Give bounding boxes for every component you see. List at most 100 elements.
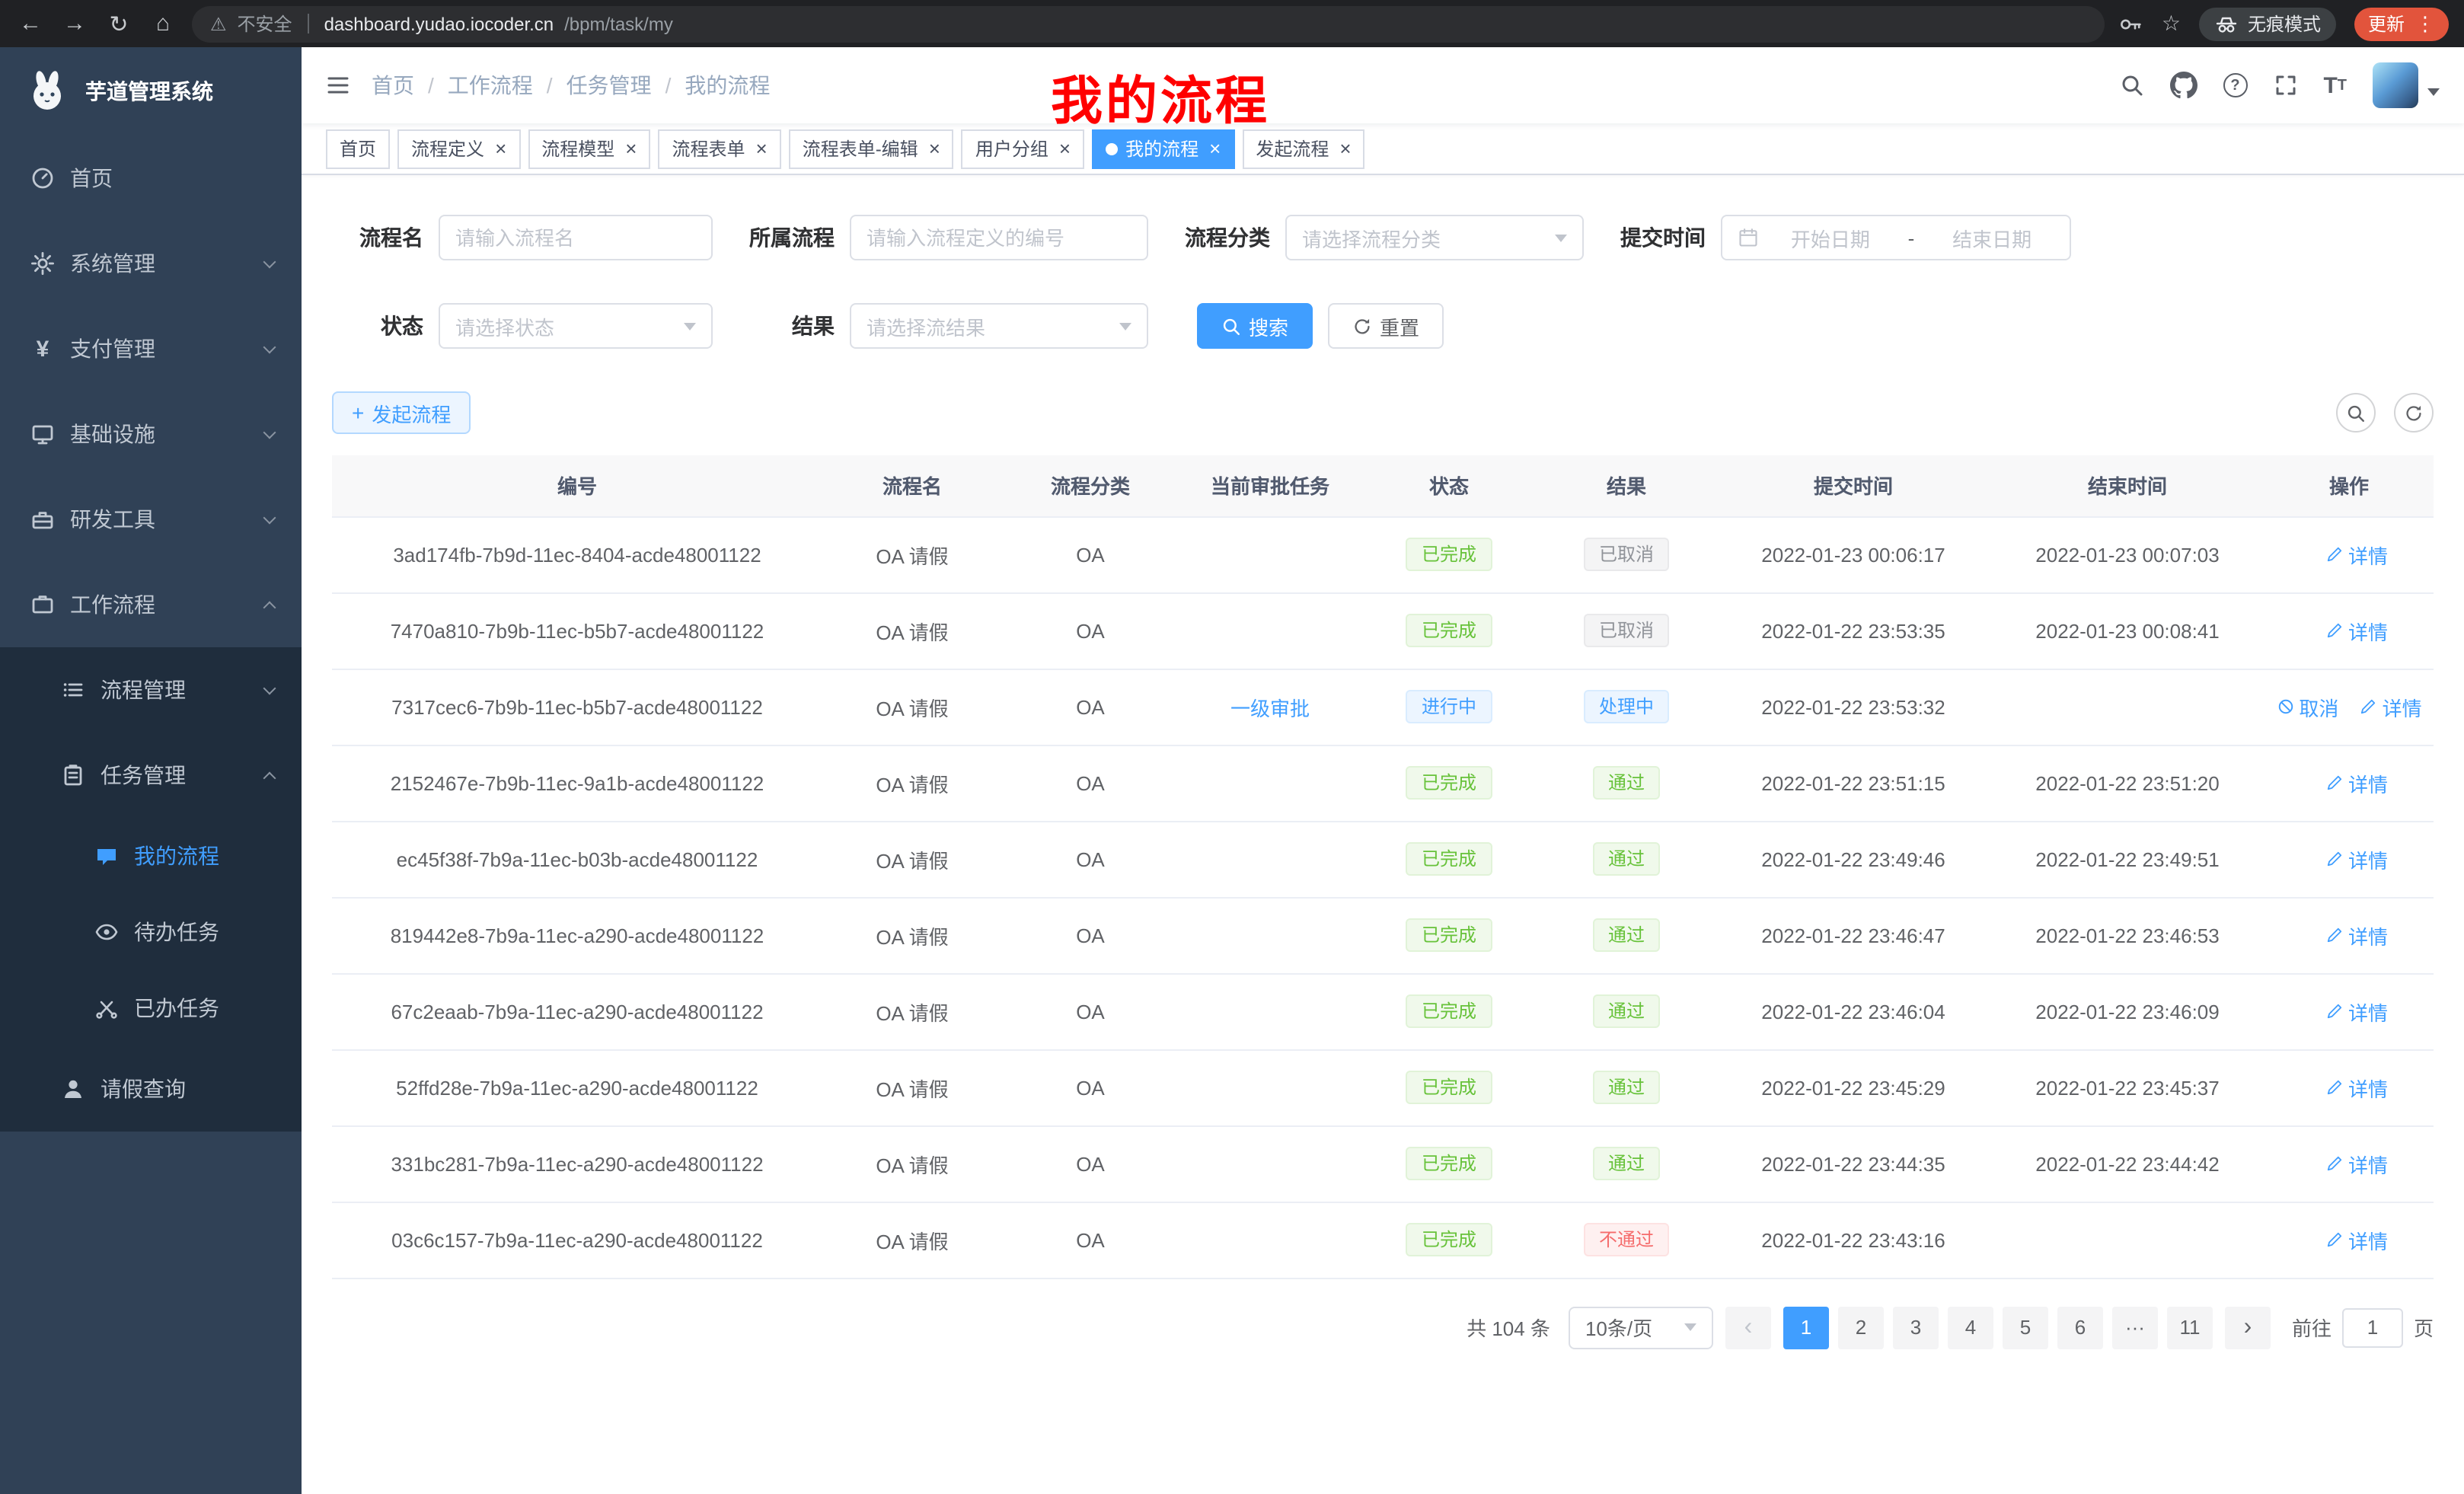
detail-link[interactable]: 详情 — [2325, 921, 2388, 950]
app-logo-row[interactable]: 芋道管理系统 — [0, 47, 302, 136]
sidebar-item-home[interactable]: 首页 — [0, 136, 302, 221]
breadcrumb-home[interactable]: 首页 — [372, 70, 414, 101]
tab[interactable]: 流程表单-编辑 × — [789, 129, 954, 168]
search-button[interactable]: 搜索 — [1197, 303, 1313, 349]
browser-menu-icon[interactable]: ⋮ — [2415, 11, 2435, 36]
tab[interactable]: 流程模型 × — [528, 129, 650, 168]
reset-button[interactable]: 重置 — [1328, 303, 1444, 349]
detail-link[interactable]: 详情 — [2325, 768, 2388, 797]
page-number-button[interactable]: 2 — [1838, 1306, 1884, 1349]
tab[interactable]: 首页 × — [326, 129, 390, 168]
process-name-input[interactable] — [439, 215, 713, 260]
search-toggle-button[interactable] — [2336, 393, 2376, 433]
status-select[interactable]: 请选择状态 — [439, 303, 713, 349]
workflow-submenu: 流程管理 任务管理 我的流程 待办任务 已办 — [0, 647, 302, 1132]
detail-link[interactable]: 详情 — [2325, 1225, 2388, 1254]
create-process-button[interactable]: + 发起流程 — [332, 391, 471, 434]
sidebar-item-task-mgmt[interactable]: 任务管理 — [0, 733, 302, 818]
goto-label: 前往 — [2292, 1313, 2332, 1342]
sidebar-item-system[interactable]: 系统管理 — [0, 221, 302, 306]
bookmark-star-icon[interactable]: ☆ — [2162, 11, 2181, 37]
tab[interactable]: 我的流程 × — [1092, 129, 1234, 168]
detail-link[interactable]: 详情 — [2360, 692, 2422, 721]
detail-link[interactable]: 详情 — [2325, 1073, 2388, 1102]
home-icon[interactable]: ⌂ — [148, 11, 178, 37]
page-number-button[interactable]: 11 — [2167, 1306, 2213, 1349]
goto-page-input[interactable] — [2342, 1307, 2403, 1347]
tab-close-icon[interactable]: × — [1059, 139, 1071, 158]
fullscreen-icon[interactable] — [2273, 73, 2297, 97]
sidebar-item-workflow[interactable]: 工作流程 — [0, 562, 302, 647]
forward-icon[interactable]: → — [59, 11, 90, 37]
cell-actions: 详情 — [2265, 1125, 2434, 1202]
page-number-button[interactable]: 1 — [1783, 1306, 1829, 1349]
column-header: 流程分类 — [1002, 455, 1179, 516]
tab-close-icon[interactable]: × — [756, 139, 768, 158]
result-select[interactable]: 请选择流结果 — [850, 303, 1148, 349]
page-number-button[interactable]: 5 — [2003, 1306, 2048, 1349]
page-number-button[interactable]: 4 — [1948, 1306, 1993, 1349]
cancel-link[interactable]: 取消 — [2276, 692, 2338, 721]
page-number-button[interactable]: 6 — [2057, 1306, 2103, 1349]
end-date-placeholder[interactable]: 结束日期 — [1929, 223, 2054, 252]
process-id-field[interactable] — [867, 226, 1131, 249]
key-icon[interactable] — [2119, 11, 2143, 36]
sidebar-item-done-tasks[interactable]: 已办任务 — [0, 970, 302, 1046]
address-bar[interactable]: ⚠ 不安全 dashboard.yudao.iocoder.cn/bpm/tas… — [192, 5, 2105, 42]
detail-link[interactable]: 详情 — [2325, 616, 2388, 645]
start-date-placeholder[interactable]: 开始日期 — [1768, 223, 1893, 252]
current-task-link[interactable]: 一级审批 — [1230, 692, 1310, 721]
cell-result: 通过 — [1537, 821, 1716, 897]
user-menu[interactable] — [2373, 62, 2440, 108]
sidebar-item-infrastructure[interactable]: 基础设施 — [0, 391, 302, 477]
sidebar-item-devtools[interactable]: 研发工具 — [0, 477, 302, 562]
next-page-button[interactable]: › — [2225, 1306, 2271, 1349]
sidebar-menu: 首页 系统管理 ¥ 支付管理 基础设施 研发工具 — [0, 136, 302, 1132]
refresh-table-button[interactable] — [2394, 393, 2434, 433]
tab-label: 首页 — [340, 136, 376, 161]
cell-end-time: 2022-01-23 00:08:41 — [1990, 592, 2265, 669]
reload-icon[interactable]: ↻ — [104, 10, 134, 37]
back-icon[interactable]: ← — [15, 11, 46, 37]
tab[interactable]: 流程表单 × — [658, 129, 780, 168]
avatar[interactable] — [2373, 62, 2418, 108]
github-icon[interactable] — [2169, 72, 2197, 99]
prev-page-button[interactable]: ‹ — [1725, 1306, 1771, 1349]
cell-end-time: 2022-01-22 23:49:51 — [1990, 821, 2265, 897]
user-icon — [61, 1077, 85, 1101]
tab[interactable]: 发起流程 × — [1242, 129, 1364, 168]
process-name-field[interactable] — [455, 226, 696, 249]
breadcrumb-workflow: 工作流程 — [448, 70, 533, 101]
hamburger-icon[interactable] — [326, 73, 350, 97]
sidebar-item-my-process[interactable]: 我的流程 — [0, 818, 302, 894]
detail-link[interactable]: 详情 — [2325, 540, 2388, 569]
tab-close-icon[interactable]: × — [929, 139, 940, 158]
tab-close-icon[interactable]: × — [495, 139, 506, 158]
table-header-row: 编号流程名流程分类当前审批任务状态结果提交时间结束时间操作 — [332, 455, 2434, 516]
page-number-button[interactable]: ··· — [2112, 1306, 2158, 1349]
tab-close-icon[interactable]: × — [625, 139, 637, 158]
browser-update-button[interactable]: 更新 ⋮ — [2354, 7, 2449, 40]
tab[interactable]: 流程定义 × — [397, 129, 520, 168]
tab[interactable]: 用户分组 × — [962, 129, 1084, 168]
tab-close-icon[interactable]: × — [1209, 139, 1221, 158]
search-icon[interactable] — [2119, 73, 2143, 97]
detail-link[interactable]: 详情 — [2325, 1149, 2388, 1178]
process-id-input[interactable] — [850, 215, 1148, 260]
detail-link[interactable]: 详情 — [2325, 997, 2388, 1026]
date-range-picker[interactable]: 开始日期 - 结束日期 — [1721, 215, 2071, 260]
cell-category: OA — [1002, 745, 1179, 821]
detail-link[interactable]: 详情 — [2325, 844, 2388, 873]
sidebar-item-process-mgmt[interactable]: 流程管理 — [0, 647, 302, 733]
breadcrumb: 首页 / 工作流程 / 任务管理 / 我的流程 — [372, 70, 770, 101]
sidebar-item-payment[interactable]: ¥ 支付管理 — [0, 306, 302, 391]
sidebar-item-leave-query[interactable]: 请假查询 — [0, 1046, 302, 1132]
tab-close-icon[interactable]: × — [1339, 139, 1351, 158]
page-number-button[interactable]: 3 — [1893, 1306, 1939, 1349]
help-icon[interactable]: ? — [2223, 73, 2247, 97]
category-select[interactable]: 请选择流程分类 — [1285, 215, 1584, 260]
font-size-icon[interactable]: TT — [2323, 72, 2347, 98]
edit-icon — [2325, 1078, 2344, 1097]
page-size-select[interactable]: 10条/页 — [1569, 1306, 1713, 1349]
sidebar-item-todo-tasks[interactable]: 待办任务 — [0, 894, 302, 970]
